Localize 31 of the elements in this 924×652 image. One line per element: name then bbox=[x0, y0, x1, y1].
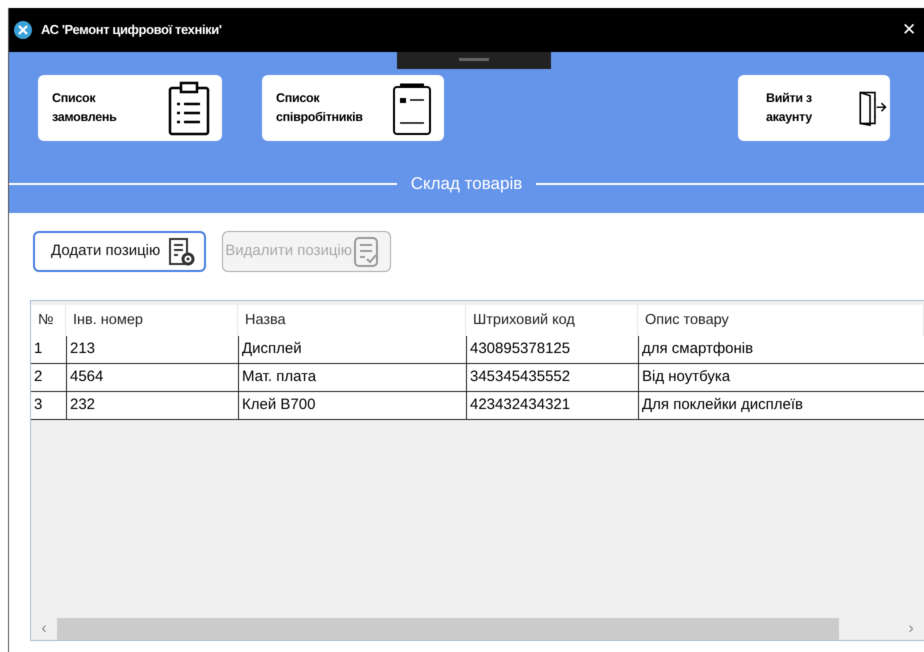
table-cell: Дисплей bbox=[238, 336, 466, 364]
table-cell: 4564 bbox=[66, 364, 238, 392]
table-cell: Мат. плата bbox=[238, 364, 466, 392]
section-title: Склад товарів bbox=[410, 173, 522, 195]
table-cell: 423432434321 bbox=[466, 392, 638, 420]
document-gear-icon bbox=[168, 236, 196, 266]
window-title: АС 'Ремонт цифрової техніки' bbox=[41, 21, 222, 40]
table-cell: 1 bbox=[31, 336, 66, 364]
column-header[interactable]: Назва bbox=[238, 305, 466, 336]
table-cell: 430895378125 bbox=[466, 336, 638, 364]
close-button[interactable]: ✕ bbox=[902, 17, 916, 43]
table-cell: Для поклейки дисплеїв bbox=[638, 392, 924, 420]
table-cell: 232 bbox=[66, 392, 238, 420]
app-icon bbox=[13, 20, 33, 40]
column-header[interactable]: № bbox=[31, 305, 66, 336]
table-cell: Від ноутбука bbox=[638, 364, 924, 392]
nav-button[interactable]: Вийти з акаунту bbox=[738, 75, 890, 141]
column-header[interactable]: Штриховий код bbox=[466, 305, 638, 336]
table-cell: 2 bbox=[31, 364, 66, 392]
column-header[interactable]: Опис товару bbox=[638, 305, 924, 336]
clipboard-icon bbox=[166, 80, 212, 136]
table-cell: 213 bbox=[66, 336, 238, 364]
action-button[interactable]: Додати позицію bbox=[33, 231, 206, 272]
nav-button[interactable]: Список співробітників bbox=[262, 75, 444, 141]
table-cell: 3 bbox=[31, 392, 66, 420]
table-cell: 345345435552 bbox=[466, 364, 638, 392]
column-header[interactable]: Інв. номер bbox=[66, 305, 238, 336]
scrollbar-thumb[interactable] bbox=[57, 618, 839, 640]
table-cell: для смартфонів bbox=[638, 336, 924, 364]
table-cell: Клей B700 bbox=[238, 392, 466, 420]
nav-button[interactable]: Список замовлень bbox=[38, 75, 222, 141]
